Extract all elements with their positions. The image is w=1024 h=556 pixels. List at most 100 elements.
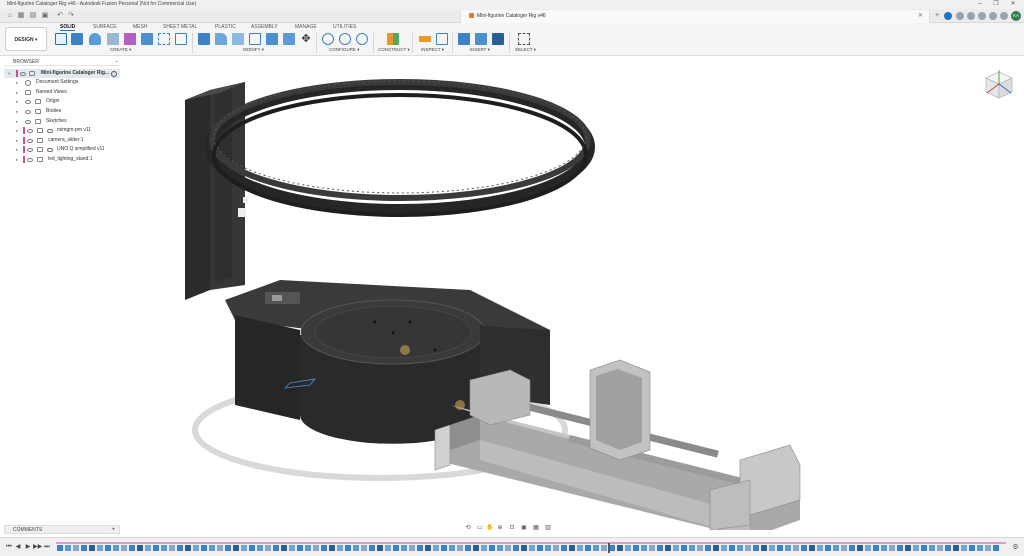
- timeline-feature-icon[interactable]: [209, 545, 215, 551]
- browser-collapse-button[interactable]: –: [115, 58, 118, 66]
- timeline-feature-icon[interactable]: [225, 545, 231, 551]
- timeline-end-button[interactable]: ⏭: [43, 543, 51, 551]
- expand-arrow-icon[interactable]: ▸: [16, 145, 22, 154]
- timeline-feature-icon[interactable]: [833, 545, 839, 551]
- timeline-settings-icon[interactable]: ⚙: [1011, 543, 1020, 552]
- timeline-feature-icon[interactable]: [817, 545, 823, 551]
- expand-arrow-icon[interactable]: ▸: [16, 88, 22, 97]
- timeline-feature-icon[interactable]: [617, 545, 623, 551]
- activate-target-icon[interactable]: [111, 70, 117, 77]
- save-icon[interactable]: ▣: [41, 12, 49, 20]
- timeline-feature-icon[interactable]: [481, 545, 487, 551]
- visibility-eye-icon[interactable]: [25, 119, 31, 124]
- modify-menu[interactable]: MODIFY ▾: [243, 47, 264, 53]
- timeline-feature-icon[interactable]: [265, 545, 271, 551]
- timeline-feature-icon[interactable]: [81, 545, 87, 551]
- timeline-feature-icon[interactable]: [681, 545, 687, 551]
- select-menu[interactable]: SELECT ▾: [515, 47, 536, 53]
- timeline-feature-icon[interactable]: [233, 545, 239, 551]
- timeline-feature-icon[interactable]: [353, 545, 359, 551]
- timeline-feature-icon[interactable]: [321, 545, 327, 551]
- timeline-feature-icon[interactable]: [273, 545, 279, 551]
- timeline-feature-icon[interactable]: [345, 545, 351, 551]
- timeline-feature-icon[interactable]: [409, 545, 415, 551]
- timeline-feature-icon[interactable]: [689, 545, 695, 551]
- user-avatar[interactable]: KA: [1011, 11, 1021, 21]
- document-tab[interactable]: Mini-figurine Cataloger Rig v46 ✕: [460, 10, 930, 23]
- close-window-button[interactable]: ✕: [1005, 0, 1021, 9]
- measure-icon[interactable]: [419, 36, 431, 42]
- hole-icon[interactable]: [141, 33, 153, 45]
- timeline-feature-icon[interactable]: [385, 545, 391, 551]
- timeline-feature-icon[interactable]: [177, 545, 183, 551]
- timeline-feature-icon[interactable]: [545, 545, 551, 551]
- tree-item-uno-q[interactable]: ▸ UNO Q simplified v11: [4, 145, 120, 154]
- visibility-eye-icon[interactable]: [25, 109, 31, 114]
- visibility-eye-icon[interactable]: [25, 99, 31, 104]
- timeline-feature-icon[interactable]: [585, 545, 591, 551]
- inspect-menu[interactable]: INSPECT ▾: [421, 47, 444, 53]
- timeline-feature-icon[interactable]: [641, 545, 647, 551]
- timeline-feature-icon[interactable]: [449, 545, 455, 551]
- new-tab-icon[interactable]: +: [933, 12, 941, 20]
- timeline-feature-icon[interactable]: [105, 545, 111, 551]
- timeline-feature-icon[interactable]: [361, 545, 367, 551]
- timeline-feature-icon[interactable]: [937, 545, 943, 551]
- pan-icon[interactable]: ✋: [486, 524, 494, 532]
- globe-icon[interactable]: [989, 12, 997, 20]
- timeline-feature-icon[interactable]: [417, 545, 423, 551]
- home-icon[interactable]: ⌂: [6, 12, 14, 20]
- settings-icon[interactable]: [1000, 12, 1008, 20]
- timeline-feature-icon[interactable]: [577, 545, 583, 551]
- fit-icon[interactable]: ⊡: [508, 524, 516, 532]
- extrude-icon[interactable]: [71, 33, 83, 45]
- job-status-icon[interactable]: [956, 12, 964, 20]
- press-pull-icon[interactable]: [198, 33, 210, 45]
- timeline-feature-icon[interactable]: [929, 545, 935, 551]
- tab-solid[interactable]: SOLID: [60, 24, 76, 31]
- align-icon[interactable]: [283, 33, 295, 45]
- timeline-play-button[interactable]: ▶: [24, 543, 32, 551]
- timeline-feature-icon[interactable]: [89, 545, 95, 551]
- timeline-track[interactable]: [56, 542, 1006, 553]
- undo-icon[interactable]: ↶: [56, 12, 64, 20]
- timeline-feature-icon[interactable]: [665, 545, 671, 551]
- tab-utilities[interactable]: UTILITIES: [333, 24, 356, 30]
- timeline-step-forward-button[interactable]: ▶▶: [33, 543, 42, 551]
- timeline-feature-icon[interactable]: [497, 545, 503, 551]
- visibility-eye-icon[interactable]: [20, 71, 26, 76]
- timeline-feature-icon[interactable]: [593, 545, 599, 551]
- timeline-feature-icon[interactable]: [785, 545, 791, 551]
- timeline-feature-icon[interactable]: [441, 545, 447, 551]
- close-tab-button[interactable]: ✕: [918, 10, 923, 23]
- viewports-icon[interactable]: ▥: [544, 524, 552, 532]
- workspace-switcher[interactable]: DESIGN ▾: [5, 27, 47, 51]
- tab-manage[interactable]: MANAGE: [295, 24, 317, 30]
- tab-sheet-metal[interactable]: SHEET METAL: [163, 24, 197, 30]
- timeline-feature-icon[interactable]: [145, 545, 151, 551]
- timeline-feature-icon[interactable]: [153, 545, 159, 551]
- expand-arrow-icon[interactable]: ▸: [16, 126, 22, 135]
- tab-assembly[interactable]: ASSEMBLY: [251, 24, 278, 30]
- timeline-feature-icon[interactable]: [241, 545, 247, 551]
- configure-table-icon[interactable]: [339, 33, 351, 45]
- configure-menu[interactable]: CONFIGURE ▾: [329, 47, 360, 53]
- expand-arrow-icon[interactable]: ▸: [16, 78, 22, 87]
- expand-arrow-icon[interactable]: ▸: [16, 97, 22, 106]
- timeline-feature-icon[interactable]: [305, 545, 311, 551]
- timeline-feature-icon[interactable]: [945, 545, 951, 551]
- timeline-feature-icon[interactable]: [729, 545, 735, 551]
- display-settings-icon[interactable]: ▣: [520, 524, 528, 532]
- pattern-icon[interactable]: [158, 33, 170, 45]
- create-menu[interactable]: CREATE ▾: [110, 47, 131, 53]
- visibility-eye-icon[interactable]: [27, 157, 33, 162]
- timeline-feature-icon[interactable]: [161, 545, 167, 551]
- timeline-feature-icon[interactable]: [953, 545, 959, 551]
- grid-settings-icon[interactable]: ▦: [532, 524, 540, 532]
- notifications-icon[interactable]: [967, 12, 975, 20]
- timeline-feature-icon[interactable]: [913, 545, 919, 551]
- chamfer-icon[interactable]: [232, 33, 244, 45]
- timeline-feature-icon[interactable]: [489, 545, 495, 551]
- timeline-feature-icon[interactable]: [673, 545, 679, 551]
- tree-item-sketches[interactable]: ▸ Sketches: [4, 117, 120, 126]
